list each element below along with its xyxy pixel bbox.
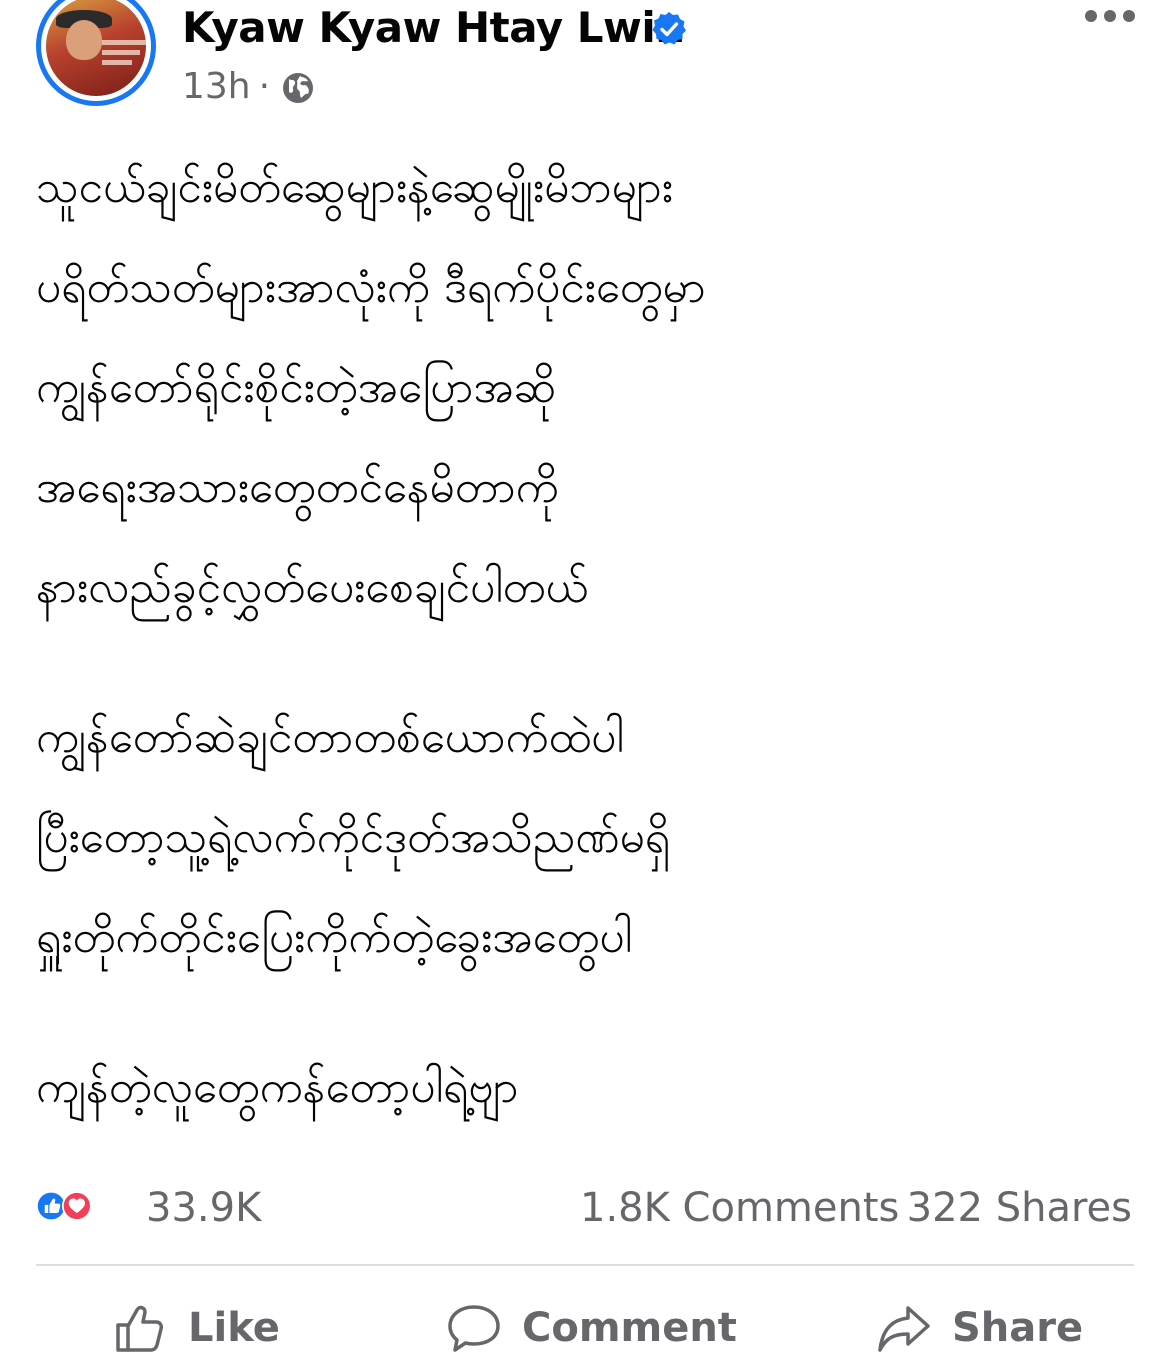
like-label: Like: [188, 1305, 280, 1351]
post-text-line: အရေးအသားတွေတင်နေမိတာကို: [36, 462, 559, 513]
avatar-text-line: [102, 50, 140, 55]
reactions-count[interactable]: 33.9K: [146, 1185, 261, 1231]
avatar-text-line: [102, 60, 132, 65]
post-text-line: ကျွန်တော်ရိုင်းစိုင်းတဲ့အပြောအဆို: [36, 362, 557, 413]
love-reaction-icon: [61, 1191, 92, 1221]
author-name[interactable]: Kyaw Kyaw Htay Lwin: [182, 3, 685, 52]
post-text-line: နားလည်ခွင့်လွှတ်ပေးစေချင်ပါတယ်: [36, 562, 589, 613]
shares-count[interactable]: 322 Shares: [907, 1185, 1132, 1231]
post-body: သူငယ်ချင်းမိတ်ဆွေများနဲ့ဆွေမျိုးမိဘများ …: [36, 150, 1136, 1150]
post-text-line: ကျွန်တော်ဆဲချင်တာတစ်ယောက်ထဲပါ: [36, 712, 624, 763]
post-text-line: ပြီးတော့သူ့ရဲ့လက်ကိုင်ဒုတ်အသိညဏ်မရှိ: [36, 812, 671, 863]
author-avatar[interactable]: [36, 0, 156, 106]
reactions-summary[interactable]: [36, 1180, 92, 1232]
like-reaction-icon: [36, 1191, 66, 1221]
like-button[interactable]: Like: [112, 1296, 280, 1360]
avatar-photo: [46, 0, 146, 96]
globe-icon[interactable]: [280, 70, 316, 106]
share-button[interactable]: Share: [876, 1296, 1083, 1360]
avatar-face-shape: [66, 20, 102, 60]
comments-count[interactable]: 1.8K Comments: [580, 1185, 899, 1231]
thumbs-up-icon: [116, 1305, 163, 1352]
comment-label: Comment: [522, 1305, 737, 1351]
avatar-text-line: [102, 40, 146, 45]
post-time[interactable]: 13h: [182, 66, 251, 107]
post-text-line: သူငယ်ချင်းမိတ်ဆွေများနဲ့ဆွေမျိုးမိဘများ: [36, 162, 673, 213]
post-text-line: ပရိတ်သတ်များအာလုံးကို ဒီရက်ပိုင်းတွေမှာ: [36, 262, 706, 313]
share-arrow-icon: [878, 1306, 930, 1352]
divider: [36, 1264, 1134, 1266]
comment-button[interactable]: Comment: [446, 1296, 737, 1360]
comment-bubble-icon: [448, 1305, 500, 1352]
share-label: Share: [952, 1305, 1084, 1351]
post-text-line: ကျန်တဲ့လူတွေကန်တော့ပါရဲ့ဗျာ: [36, 1062, 519, 1113]
post-meta: 13h ·: [182, 66, 276, 107]
meta-separator: ·: [258, 66, 271, 107]
post-text-line: ရှူးတိုက်တိုင်းပြေးကိုက်တဲ့ခွေးအတွေပါ: [36, 912, 633, 963]
verified-badge-icon: [652, 12, 686, 45]
more-options-icon[interactable]: [1084, 6, 1136, 26]
